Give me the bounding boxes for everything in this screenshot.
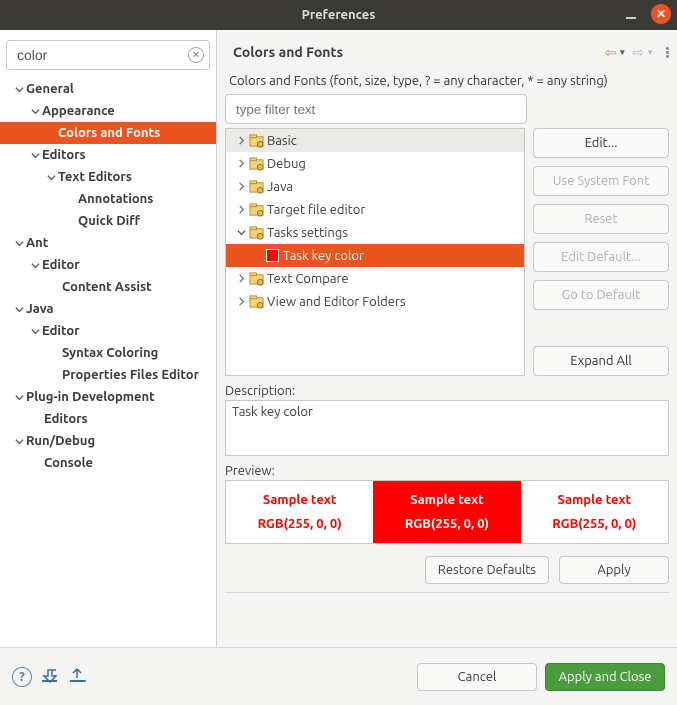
import-icon[interactable] [40,666,60,687]
preview-cell: Sample text RGB(255, 0, 0) [226,481,373,543]
nav-item-ant-editor[interactable]: Editor [0,254,216,276]
nav-item-plugin-editors[interactable]: Editors [0,408,216,430]
tree-item-task-key-color[interactable]: Task key color [226,244,524,267]
restore-defaults-button[interactable]: Restore Defaults [425,556,549,584]
tree-item-tasks-settings[interactable]: Tasks settings [226,221,524,244]
nav-item-general[interactable]: General [0,78,216,100]
minimize-button[interactable] [621,4,641,24]
nav-item-editors[interactable]: Editors [0,144,216,166]
nav-item-java-editor[interactable]: Editor [0,320,216,342]
reset-button[interactable]: Reset [533,204,669,234]
apply-and-close-button[interactable]: Apply and Close [545,663,665,691]
category-icon [248,202,264,218]
category-icon [248,294,264,310]
tree-item-basic[interactable]: Basic [226,129,524,152]
color-swatch-icon [266,249,279,262]
nav-item-java[interactable]: Java [0,298,216,320]
edit-button[interactable]: Edit... [533,128,669,158]
preferences-nav-panel: ✕ General Appearance Colors and Fonts Ed… [0,30,217,647]
nav-forward-button[interactable]: ⇨▼ [632,44,654,61]
nav-item-ant[interactable]: Ant [0,232,216,254]
nav-item-colors-and-fonts[interactable]: Colors and Fonts [0,122,216,144]
nav-item-syntax-coloring[interactable]: Syntax Coloring [0,342,216,364]
nav-item-quick-diff[interactable]: Quick Diff [0,210,216,232]
cancel-button[interactable]: Cancel [417,663,537,691]
nav-item-appearance[interactable]: Appearance [0,100,216,122]
view-menu-icon[interactable] [660,47,669,58]
tree-item-text-compare[interactable]: Text Compare [226,267,524,290]
filter-hint-label: Colors and Fonts (font, size, type, ? = … [225,68,669,94]
close-button[interactable]: ✕ [651,4,671,24]
expand-all-button[interactable]: Expand All [533,346,669,376]
tree-item-target-file-editor[interactable]: Target file editor [226,198,524,221]
preferences-search-input[interactable] [6,40,210,70]
category-icon [248,271,264,287]
description-label: Description: [225,384,669,398]
category-icon [248,179,264,195]
nav-item-content-assist[interactable]: Content Assist [0,276,216,298]
tree-item-view-editor-folders[interactable]: View and Editor Folders [226,290,524,313]
window-controls: ✕ [621,4,671,24]
apply-button[interactable]: Apply [559,556,669,584]
clear-search-icon[interactable]: ✕ [188,47,204,63]
tree-item-debug[interactable]: Debug [226,152,524,175]
category-icon [248,133,264,149]
export-icon[interactable] [68,666,88,687]
preferences-nav-tree[interactable]: General Appearance Colors and Fonts Edit… [0,76,216,647]
category-icon [248,156,264,172]
category-icon [248,225,264,241]
help-icon[interactable]: ? [12,667,32,687]
preview-label: Preview: [225,464,669,478]
preview-box: Sample text RGB(255, 0, 0) Sample text R… [225,480,669,544]
font-filter-input[interactable] [225,94,527,124]
nav-item-properties-files-editor[interactable]: Properties Files Editor [0,364,216,386]
nav-item-console[interactable]: Console [0,452,216,474]
preview-cell: Sample text RGB(255, 0, 0) [521,481,668,543]
nav-item-annotations[interactable]: Annotations [0,188,216,210]
titlebar: Preferences ✕ [0,0,677,30]
description-text: Task key color [225,400,669,456]
preview-cell: Sample text RGB(255, 0, 0) [373,481,520,543]
tree-item-java[interactable]: Java [226,175,524,198]
nav-back-button[interactable]: ⇦▼ [605,44,627,61]
preferences-detail-panel: Colors and Fonts ⇦▼ ⇨▼ Colors and Fonts … [217,30,677,647]
window-title: Preferences [302,8,376,22]
colors-fonts-tree[interactable]: Basic Debug Java Target file editor Task… [225,128,525,376]
nav-item-run-debug[interactable]: Run/Debug [0,430,216,452]
edit-default-button[interactable]: Edit Default... [533,242,669,272]
use-system-font-button[interactable]: Use System Font [533,166,669,196]
go-to-default-button[interactable]: Go to Default [533,280,669,310]
nav-item-text-editors[interactable]: Text Editors [0,166,216,188]
dialog-footer: ? Cancel Apply and Close [0,647,677,705]
nav-item-plugin-dev[interactable]: Plug-in Development [0,386,216,408]
page-title: Colors and Fonts [225,44,343,60]
